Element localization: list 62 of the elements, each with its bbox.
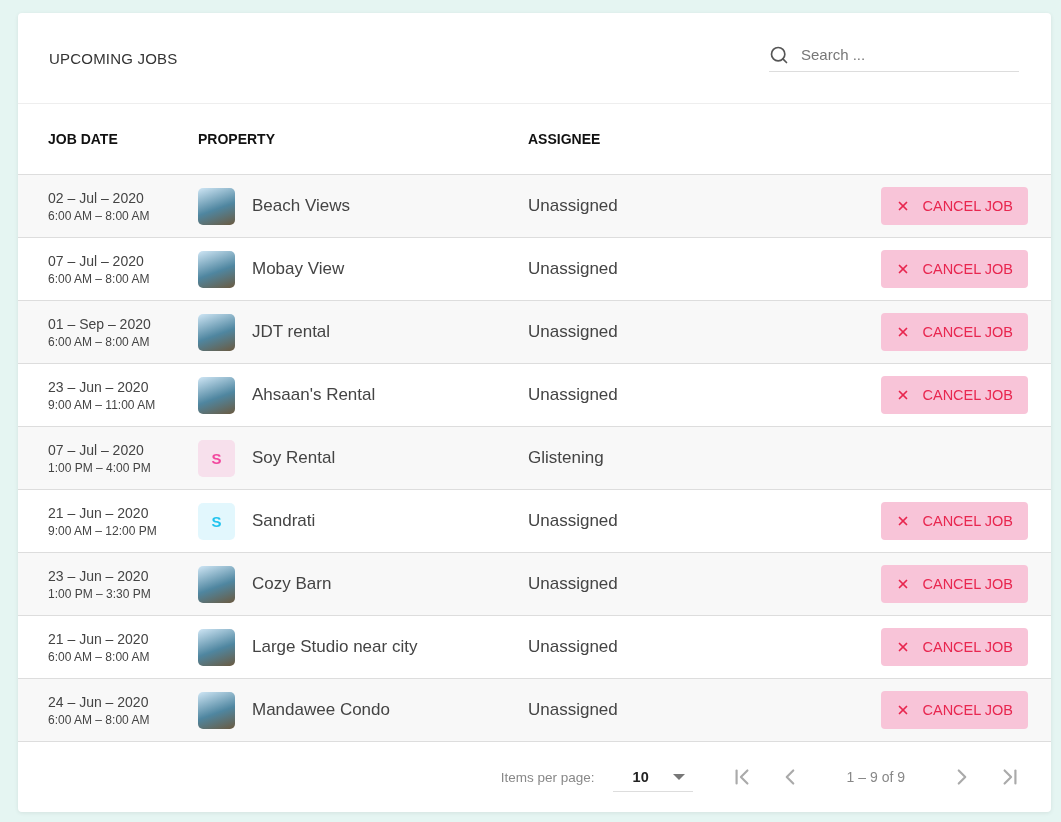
job-date: 23 – Jun – 2020 (48, 567, 150, 584)
job-time: 9:00 AM – 12:00 PM (48, 523, 158, 538)
card-title: UPCOMING JOBS (49, 49, 178, 67)
property-name: Mobay View (252, 259, 345, 279)
property-photo-placeholder (198, 565, 235, 603)
property-name: Large Studio near city (252, 637, 418, 657)
cancel-job-button[interactable]: CANCEL JOB (881, 313, 1028, 351)
property-name: Ahsaan's Rental (252, 385, 376, 405)
job-date: 02 – Jul – 2020 (48, 189, 145, 206)
cancel-job-button[interactable]: CANCEL JOB (881, 691, 1028, 729)
cancel-job-button[interactable]: CANCEL JOB (881, 187, 1028, 225)
property-avatar: S (198, 502, 235, 540)
cancel-job-button[interactable]: CANCEL JOB (881, 565, 1028, 603)
job-time: 9:00 AM – 11:00 AM (48, 397, 157, 412)
assignee: Unassigned (528, 196, 619, 216)
column-header: JOB DATE (48, 131, 119, 147)
page-size-select[interactable]: 10 (612, 762, 693, 792)
job-date: 07 – Jul – 2020 (48, 252, 145, 269)
job-date: 07 – Jul – 2020 (48, 441, 145, 458)
cancel-job-button[interactable]: CANCEL JOB (881, 628, 1028, 666)
job-date: 01 – Sep – 2020 (48, 315, 152, 332)
assignee: Unassigned (528, 637, 619, 657)
property-name: Mandawee Condo (252, 700, 390, 720)
cancel-job-button[interactable]: CANCEL JOB (881, 250, 1028, 288)
property-photo-placeholder (198, 376, 235, 414)
property-name: JDT rental (252, 322, 331, 342)
job-date: 21 – Jun – 2020 (48, 630, 150, 647)
property-name: Beach Views (252, 196, 350, 216)
job-time: 6:00 AM – 8:00 AM (48, 649, 151, 664)
property-name: Cozy Barn (252, 574, 332, 594)
property-photo-placeholder (198, 250, 235, 288)
job-time: 6:00 AM – 8:00 AM (48, 208, 151, 223)
job-date: 24 – Jun – 2020 (48, 693, 150, 710)
assignee: Unassigned (528, 322, 619, 342)
job-date: 21 – Jun – 2020 (48, 504, 150, 521)
dropdown-caret-icon (672, 773, 685, 780)
property-avatar: S (198, 439, 235, 477)
assignee: Unassigned (528, 511, 619, 531)
cancel-job-button[interactable]: CANCEL JOB (881, 502, 1028, 540)
job-time: 6:00 AM – 8:00 AM (48, 271, 151, 286)
job-date: 23 – Jun – 2020 (48, 378, 150, 395)
search-icon (769, 44, 789, 65)
property-photo-placeholder (198, 313, 235, 351)
page-range: 1 – 9 of 9 (846, 769, 905, 785)
assignee: Unassigned (528, 700, 619, 720)
assignee: Unassigned (528, 574, 619, 594)
assignee: Glistening (528, 448, 605, 468)
property-photo-placeholder (198, 691, 235, 729)
column-header: PROPERTY (198, 131, 276, 147)
property-name: Sandrati (252, 511, 316, 531)
assignee: Unassigned (528, 259, 619, 279)
property-photo-placeholder (198, 187, 235, 225)
assignee: Unassigned (528, 385, 619, 405)
job-time: 1:00 PM – 3:30 PM (48, 586, 152, 601)
column-header: ASSIGNEE (528, 131, 602, 147)
cancel-job-button[interactable]: CANCEL JOB (881, 376, 1028, 414)
property-photo-placeholder (198, 628, 235, 666)
items-per-page-label: Items per page: (500, 769, 595, 785)
job-time: 1:00 PM – 4:00 PM (48, 460, 152, 475)
job-time: 6:00 AM – 8:00 AM (48, 712, 151, 727)
property-name: Soy Rental (252, 448, 336, 468)
job-time: 6:00 AM – 8:00 AM (48, 334, 151, 349)
